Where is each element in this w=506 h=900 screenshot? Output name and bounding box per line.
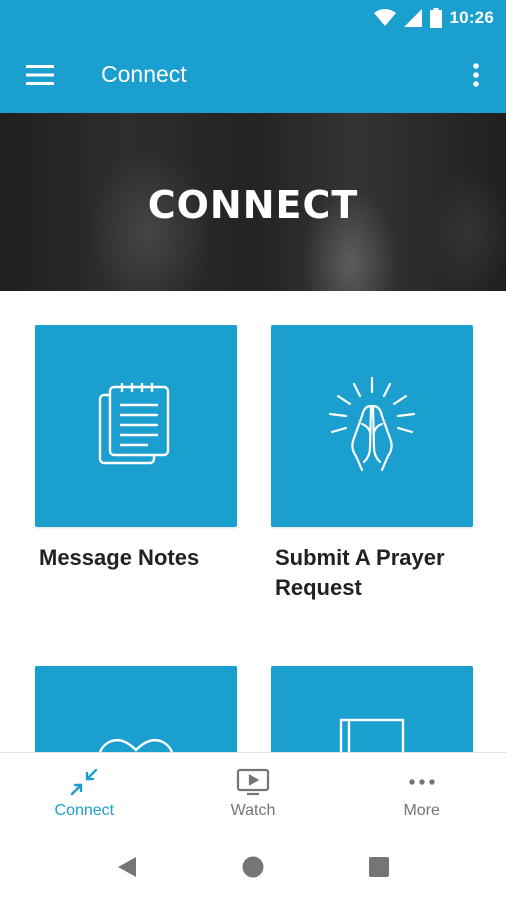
nav-item-connect[interactable]: Connect [0, 753, 169, 834]
prayer-request-label[interactable]: Submit A Prayer Request [275, 543, 495, 603]
nav-item-more[interactable]: More [337, 753, 506, 834]
message-notes-label[interactable]: Message Notes [39, 543, 259, 573]
battery-icon [429, 8, 442, 28]
nav-label-watch: Watch [230, 801, 276, 819]
notes-icon [98, 383, 170, 465]
nav-item-watch[interactable]: Watch [169, 753, 338, 834]
praying-hands-icon [328, 376, 416, 472]
wifi-icon [373, 9, 396, 27]
app-bar-title: Connect [101, 61, 187, 87]
connect-arrows-icon [71, 768, 98, 795]
message-notes-card[interactable] [35, 325, 237, 527]
prayer-request-card[interactable] [271, 325, 473, 527]
home-icon[interactable] [233, 847, 273, 887]
hero-title: CONNECT [147, 183, 359, 227]
nav-label-connect: Connect [54, 801, 115, 819]
more-dots-icon [408, 778, 435, 785]
nav-label-more: More [403, 801, 440, 819]
back-icon[interactable] [107, 847, 147, 887]
cell-signal-icon [403, 9, 422, 27]
app-bar: Connect [0, 36, 506, 113]
status-time: 10:26 [449, 8, 494, 27]
status-bar: 10:26 [0, 0, 506, 36]
hamburger-menu-icon[interactable] [0, 36, 80, 113]
bottom-navigation: Connect Watch More [0, 752, 506, 834]
recents-icon[interactable] [359, 847, 399, 887]
overflow-menu-icon[interactable] [446, 36, 506, 113]
system-navigation-bar [0, 834, 506, 900]
hero-banner: CONNECT [0, 113, 506, 291]
watch-tv-icon [236, 768, 270, 795]
